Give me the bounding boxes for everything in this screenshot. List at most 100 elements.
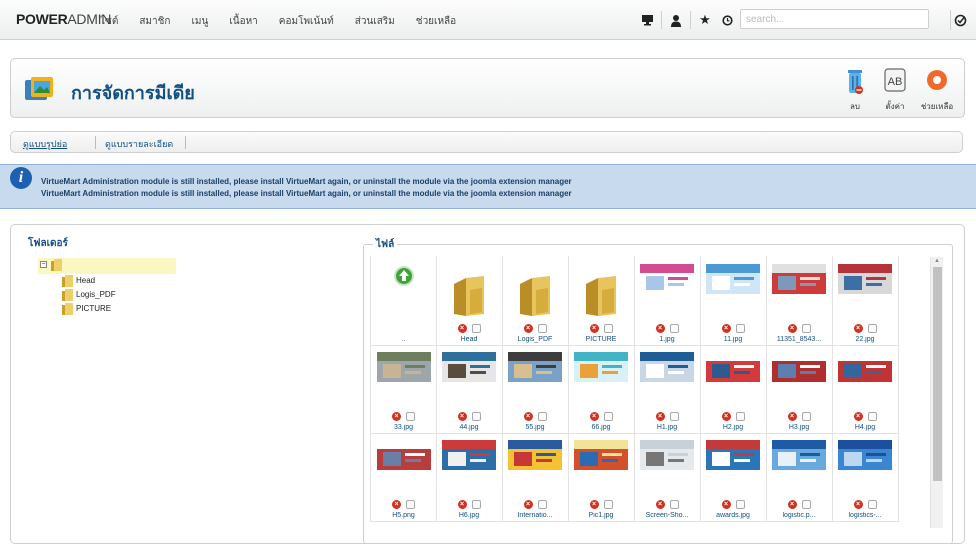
image-thumbnail[interactable] [706,260,760,318]
folder-icon[interactable] [442,260,496,318]
menu-item-users[interactable]: สมาชิก [139,14,170,29]
star-icon[interactable]: ★ [694,10,716,30]
scroll-up-icon[interactable]: ▲ [934,258,940,264]
select-checkbox[interactable] [867,324,877,333]
select-checkbox[interactable] [867,500,877,509]
tree-item-logis-pdf[interactable]: Logis_PDF [38,288,176,302]
menu-item-menus[interactable]: เมนู [191,14,208,29]
delete-icon[interactable]: × [457,412,467,421]
collapse-toggle-icon[interactable]: − [40,261,47,268]
delete-icon[interactable]: × [589,500,599,509]
search-input[interactable] [740,9,929,29]
folder-item[interactable]: × PICTURE [568,256,635,346]
tree-item-picture[interactable]: PICTURE [38,302,176,316]
file-name[interactable]: H4.jpg [832,424,898,431]
file-name[interactable]: H5.png [371,512,436,519]
image-thumbnail[interactable] [508,348,562,406]
delete-button[interactable]: ลบ [837,67,873,113]
image-thumbnail[interactable] [574,436,628,494]
user-icon[interactable] [665,10,687,30]
file-item[interactable]: × Screen-Sho... [634,432,701,522]
image-thumbnail[interactable] [640,436,694,494]
file-name[interactable]: logistic.p... [766,512,832,519]
clock-icon[interactable] [716,10,738,30]
tree-item-head[interactable]: Head [38,274,176,288]
file-name[interactable]: 44.jpg [436,424,502,431]
delete-icon[interactable]: × [853,500,863,509]
settings-button[interactable]: AB ตั้งค่า [877,67,913,113]
delete-icon[interactable]: × [853,412,863,421]
file-name[interactable]: awards.jpg [700,512,766,519]
select-checkbox[interactable] [603,412,613,421]
delete-icon[interactable]: × [589,324,599,333]
image-thumbnail[interactable] [574,348,628,406]
file-name[interactable]: Screen-Sho... [634,512,700,519]
image-thumbnail[interactable] [838,348,892,406]
delete-icon[interactable]: × [655,500,665,509]
file-item[interactable]: × H1.jpg [634,344,701,434]
tab-detail-view[interactable]: ดูแบบรายละเอียด [105,137,173,151]
delete-icon[interactable]: × [392,412,401,421]
help-button[interactable]: ช่วยเหลือ [919,67,955,113]
select-checkbox[interactable] [669,324,679,333]
select-checkbox[interactable] [537,324,547,333]
select-checkbox[interactable] [603,500,613,509]
file-item[interactable]: × 55.jpg [502,344,569,434]
select-checkbox[interactable] [669,500,679,509]
select-checkbox[interactable] [537,412,547,421]
image-thumbnail[interactable] [640,260,694,318]
delete-icon[interactable]: × [721,412,731,421]
file-name[interactable]: H2.jpg [700,424,766,431]
tree-root[interactable]: − [38,258,176,274]
file-name[interactable]: 66.jpg [568,424,634,431]
image-thumbnail[interactable] [706,348,760,406]
select-checkbox[interactable] [471,324,481,333]
select-checkbox[interactable] [471,412,481,421]
image-thumbnail[interactable] [772,436,826,494]
select-checkbox[interactable] [669,412,679,421]
delete-icon[interactable]: × [457,324,467,333]
image-thumbnail[interactable] [442,436,496,494]
select-checkbox[interactable] [406,500,415,509]
image-thumbnail[interactable] [442,348,496,406]
tab-thumbnail-view[interactable]: ดูแบบรูปย่อ [23,137,67,151]
file-name[interactable]: Pic1.jpg [568,512,634,519]
file-item[interactable]: × 22.jpg [832,256,899,346]
delete-icon[interactable]: × [457,500,467,509]
delete-icon[interactable]: × [523,324,533,333]
file-name[interactable]: 33.jpg [371,424,436,431]
file-item[interactable]: × 11351_8543... [766,256,833,346]
image-thumbnail[interactable] [377,348,431,406]
select-checkbox[interactable] [735,324,745,333]
image-thumbnail[interactable] [772,260,826,318]
delete-icon[interactable]: × [589,412,599,421]
image-thumbnail[interactable] [377,436,431,494]
parent-folder-item[interactable]: .. [370,256,437,346]
image-thumbnail[interactable] [640,348,694,406]
folder-icon[interactable] [508,260,562,318]
file-name[interactable]: Head [436,336,502,343]
file-name[interactable]: Logis_PDF [502,336,568,343]
file-name[interactable]: logistics-... [832,512,898,519]
folder-item[interactable]: × Logis_PDF [502,256,569,346]
menu-item-help[interactable]: ช่วยเหลือ [416,14,456,29]
file-item[interactable]: × 44.jpg [436,344,503,434]
file-item[interactable]: × 11.jpg [700,256,767,346]
file-name[interactable]: 11.jpg [700,336,766,343]
file-item[interactable]: × 66.jpg [568,344,635,434]
select-checkbox[interactable] [801,324,811,333]
file-name[interactable]: 22.jpg [832,336,898,343]
image-thumbnail[interactable] [508,436,562,494]
file-item[interactable]: × H2.jpg [700,344,767,434]
select-checkbox[interactable] [406,412,415,421]
select-checkbox[interactable] [537,500,547,509]
image-thumbnail[interactable] [838,260,892,318]
file-item[interactable]: × H5.png [370,432,437,522]
folder-item[interactable]: × Head [436,256,503,346]
file-name[interactable]: 55.jpg [502,424,568,431]
file-item[interactable]: × awards.jpg [700,432,767,522]
select-checkbox[interactable] [801,412,811,421]
monitor-icon[interactable] [636,10,658,30]
file-item[interactable]: × H3.jpg [766,344,833,434]
select-checkbox[interactable] [801,500,811,509]
